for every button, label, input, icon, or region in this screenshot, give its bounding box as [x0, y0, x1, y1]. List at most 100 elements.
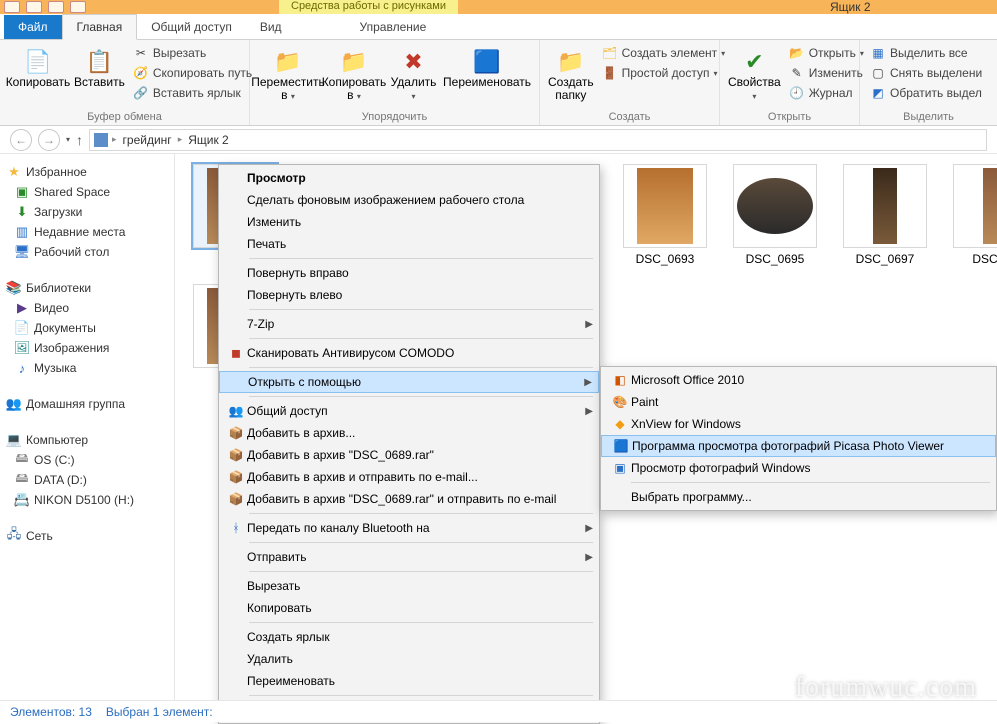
tree-documents[interactable]: 📄Документы	[4, 318, 170, 338]
properties-button[interactable]: ✔ Свойства ▾	[728, 44, 781, 103]
history-button[interactable]: 🕘Журнал	[787, 84, 866, 102]
library-icon: 📚	[6, 280, 22, 296]
back-button[interactable]: ←	[10, 129, 32, 151]
ctx-comodo-scan[interactable]: ◼Сканировать Антивирусом COMODO	[219, 342, 599, 364]
select-all-button[interactable]: ▦Выделить все	[868, 44, 984, 62]
qat-icon[interactable]	[48, 1, 64, 13]
label: Библиотеки	[26, 281, 91, 295]
file-thumb[interactable]: DSC_0693	[615, 164, 715, 266]
ctx-open-with[interactable]: Открыть с помощью▶	[219, 371, 599, 393]
tree-libraries[interactable]: 📚 Библиотеки	[4, 278, 170, 298]
tree-video[interactable]: ▶Видео	[4, 298, 170, 318]
label: 7-Zip	[247, 317, 274, 331]
separator	[249, 695, 593, 696]
rename-button[interactable]: 🟦 Переименовать	[443, 44, 531, 89]
ctx-add-rar-email[interactable]: 📦Добавить в архив "DSC_0689.rar" и отпра…	[219, 488, 599, 510]
tree-recent[interactable]: ▥Недавние места	[4, 222, 170, 242]
breadcrumb[interactable]: ▸ грейдинг ▸ Ящик 2	[89, 129, 987, 151]
label: Свойства	[728, 75, 781, 89]
separator	[249, 542, 593, 543]
ctx-copy[interactable]: Копировать	[219, 597, 599, 619]
qat-icon[interactable]	[26, 1, 42, 13]
ctx-add-rar[interactable]: 📦Добавить в архив "DSC_0689.rar"	[219, 444, 599, 466]
tree-homegroup[interactable]: 👥Домашняя группа	[4, 394, 170, 414]
ctx-preview[interactable]: Просмотр	[219, 167, 599, 189]
file-thumb[interactable]: DSC_06	[945, 164, 997, 266]
tree-desktop[interactable]: 🖥Рабочий стол	[4, 242, 170, 262]
tab-home[interactable]: Главная	[62, 14, 138, 40]
tree-favorites[interactable]: ★Избранное	[4, 162, 170, 182]
ctx-7zip[interactable]: 7-Zip▶	[219, 313, 599, 335]
open-with-windows-viewer[interactable]: ▣Просмотр фотографий Windows	[601, 457, 996, 479]
file-thumb[interactable]: DSC_0697	[835, 164, 935, 266]
tab-share[interactable]: Общий доступ	[137, 15, 246, 39]
new-item-button[interactable]: 🗂Создать элемент ▾	[600, 44, 728, 62]
label: Добавить в архив и отправить по e-mail..…	[247, 470, 478, 484]
label: Изменить	[809, 66, 863, 80]
up-button[interactable]: ↑	[76, 132, 83, 148]
label: Компьютер	[26, 433, 88, 447]
edit-button[interactable]: ✎Изменить	[787, 64, 866, 82]
copy-path-button[interactable]: 🧭Скопировать путь	[131, 64, 254, 82]
tab-view[interactable]: Вид	[246, 15, 296, 39]
tree-downloads[interactable]: ⬇Загрузки	[4, 202, 170, 222]
ctx-edit[interactable]: Изменить	[219, 211, 599, 233]
open-with-picasa[interactable]: 🟦Программа просмотра фотографий Picasa P…	[601, 435, 996, 457]
open-with-office[interactable]: ◧Microsoft Office 2010	[601, 369, 996, 391]
winrar-icon: 📦	[225, 426, 247, 440]
tree-drive-h[interactable]: 📇NIKON D5100 (H:)	[4, 490, 170, 510]
history-dropdown[interactable]: ▾	[66, 135, 70, 144]
tree-shared-space[interactable]: ▣Shared Space	[4, 182, 170, 202]
qat-icon[interactable]	[4, 1, 20, 13]
breadcrumb-seg[interactable]: Ящик 2	[186, 133, 231, 147]
new-folder-button[interactable]: 📁 Создать папку	[548, 44, 594, 102]
tree-pictures[interactable]: 🖼Изображения	[4, 338, 170, 358]
ctx-set-background[interactable]: Сделать фоновым изображением рабочего ст…	[219, 189, 599, 211]
ctx-send-to[interactable]: Отправить▶	[219, 546, 599, 568]
ctx-rename[interactable]: Переименовать	[219, 670, 599, 692]
open-with-paint[interactable]: 🎨Paint	[601, 391, 996, 413]
path-icon: 🧭	[133, 65, 149, 81]
ctx-add-email[interactable]: 📦Добавить в архив и отправить по e-mail.…	[219, 466, 599, 488]
folder-icon: 📁	[555, 46, 587, 76]
drive-icon: 🖴	[14, 452, 30, 468]
cut-button[interactable]: ✂Вырезать	[131, 44, 254, 62]
tree-computer[interactable]: 💻Компьютер	[4, 430, 170, 450]
copy-to-button[interactable]: 📁 Копировать в ▾	[324, 44, 384, 103]
chevron-right-icon[interactable]: ▸	[176, 134, 185, 145]
tab-manage[interactable]: Управление	[346, 15, 441, 39]
tree-drive-d[interactable]: 🖴DATA (D:)	[4, 470, 170, 490]
paste-button[interactable]: 📋 Вставить	[74, 44, 125, 89]
open-with-xnview[interactable]: ◆XnView for Windows	[601, 413, 996, 435]
ctx-print[interactable]: Печать	[219, 233, 599, 255]
ctx-shared-access[interactable]: 👥Общий доступ▶	[219, 400, 599, 422]
open-split-button[interactable]: 📂Открыть ▾	[787, 44, 866, 62]
breadcrumb-seg[interactable]: грейдинг	[121, 133, 174, 147]
open-with-choose[interactable]: Выбрать программу...	[601, 486, 996, 508]
easy-access-button[interactable]: 🚪Простой доступ ▾	[600, 64, 728, 82]
ctx-rotate-right[interactable]: Повернуть вправо	[219, 262, 599, 284]
tree-network[interactable]: 🖧Сеть	[4, 526, 170, 546]
bluetooth-icon: ᚼ	[225, 521, 247, 535]
file-thumb[interactable]: DSC_0695	[725, 164, 825, 266]
select-none-button[interactable]: ▢Снять выделени	[868, 64, 984, 82]
ctx-rotate-left[interactable]: Повернуть влево	[219, 284, 599, 306]
tree-music[interactable]: ♪Музыка	[4, 358, 170, 378]
tab-file[interactable]: Файл	[4, 15, 62, 39]
ctx-cut[interactable]: Вырезать	[219, 575, 599, 597]
ctx-shortcut[interactable]: Создать ярлык	[219, 626, 599, 648]
picture-tools-tab[interactable]: Средства работы с рисунками	[279, 0, 458, 14]
invert-selection-button[interactable]: ◩Обратить выдел	[868, 84, 984, 102]
label: Недавние места	[34, 225, 125, 239]
copy-button[interactable]: 📄 Копировать	[8, 44, 68, 89]
ctx-add-archive[interactable]: 📦Добавить в архив...	[219, 422, 599, 444]
tree-drive-c[interactable]: 🖴OS (C:)	[4, 450, 170, 470]
move-to-button[interactable]: 📁 Переместить в ▾	[258, 44, 318, 103]
ctx-delete[interactable]: Удалить	[219, 648, 599, 670]
ctx-bluetooth[interactable]: ᚼПередать по каналу Bluetooth на▶	[219, 517, 599, 539]
chevron-right-icon[interactable]: ▸	[110, 134, 119, 145]
delete-button[interactable]: ✖ Удалить ▾	[390, 44, 437, 103]
forward-button[interactable]: →	[38, 129, 60, 151]
paste-shortcut-button[interactable]: 🔗Вставить ярлык	[131, 84, 254, 102]
qat-icon[interactable]	[70, 1, 86, 13]
